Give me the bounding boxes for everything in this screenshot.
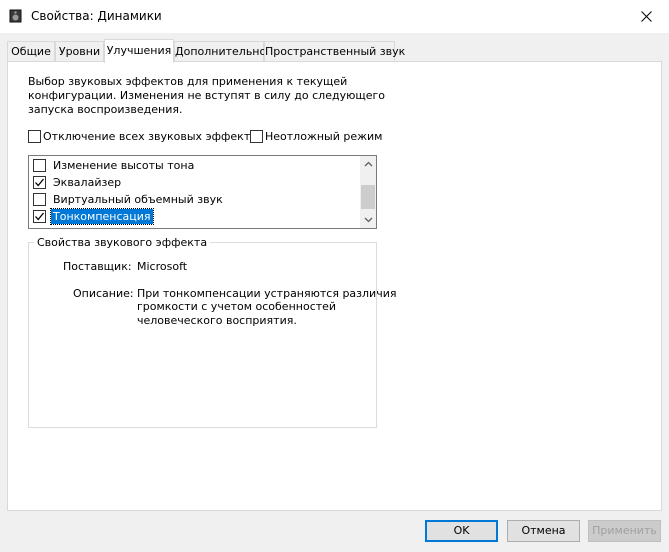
provider-value: Microsoft	[137, 260, 188, 273]
disable-all-effects-label[interactable]: Отключение всех звуковых эффектов	[43, 130, 263, 143]
effects-listbox[interactable]: Изменение высоты тона Эквалайзер Виртуал…	[28, 155, 377, 229]
effect-label: Эквалайзер	[53, 176, 122, 189]
effect-description-line-1: При тонкомпенсации устраняются различия	[137, 287, 397, 300]
immediate-mode-label[interactable]: Неотложный режим	[265, 130, 382, 143]
tab-enhancements[interactable]: Улучшения	[104, 39, 174, 63]
effect-checkbox[interactable]	[33, 210, 46, 223]
description-label: Описание:	[73, 287, 134, 300]
close-button[interactable]	[624, 0, 669, 33]
description-line-3: запуска воспроизведения.	[28, 103, 183, 116]
tab-general[interactable]: Общие	[7, 41, 55, 61]
disable-all-effects-checkbox[interactable]	[28, 130, 41, 143]
effect-description-line-3: человеческого восприятия.	[137, 314, 297, 327]
scroll-down-button[interactable]	[360, 212, 376, 228]
tab-spatial-sound[interactable]: Пространственный звук	[264, 41, 405, 61]
effect-checkbox[interactable]	[33, 176, 46, 189]
description-line-1: Выбор звуковых эффектов для применения к…	[28, 75, 348, 88]
effect-label: Виртуальный объемный звук	[53, 193, 223, 206]
effect-description-line-2: громкости с учетом особенностей	[137, 300, 337, 313]
speaker-icon	[9, 9, 22, 23]
effect-checkbox[interactable]	[33, 193, 46, 206]
list-scrollbar[interactable]	[360, 156, 376, 228]
chevron-down-icon	[364, 217, 372, 223]
cancel-button[interactable]: Отмена	[507, 520, 580, 542]
scroll-up-button[interactable]	[360, 156, 376, 172]
tab-levels[interactable]: Уровни	[55, 41, 104, 61]
list-item-equalizer[interactable]: Эквалайзер	[33, 174, 123, 191]
window-title: Свойства: Динамики	[31, 9, 162, 23]
ok-button[interactable]: OK	[425, 520, 498, 542]
apply-button[interactable]: Применить	[588, 520, 661, 542]
chevron-up-icon	[364, 161, 372, 167]
list-item-loudness-equalization[interactable]: Тонкомпенсация	[33, 208, 154, 225]
effect-properties-caption: Свойства звукового эффекта	[34, 236, 211, 249]
effect-label: Изменение высоты тона	[53, 159, 195, 172]
effect-label: Тонкомпенсация	[50, 208, 154, 225]
close-icon	[641, 11, 652, 22]
immediate-mode-checkbox[interactable]	[250, 130, 263, 143]
effect-checkbox[interactable]	[33, 159, 46, 172]
description-line-2: конфигурации. Изменения не вступят в сил…	[28, 89, 385, 102]
title-bar[interactable]: Свойства: Динамики	[0, 0, 669, 33]
checkmark-icon	[35, 178, 45, 187]
tab-advanced[interactable]: Дополнительно	[174, 41, 266, 61]
list-item-virtual-surround[interactable]: Виртуальный объемный звук	[33, 191, 225, 208]
list-item-pitch-shift[interactable]: Изменение высоты тона	[33, 157, 196, 174]
provider-label: Поставщик:	[63, 260, 132, 273]
scroll-thumb[interactable]	[361, 185, 375, 209]
checkmark-icon	[35, 212, 45, 221]
